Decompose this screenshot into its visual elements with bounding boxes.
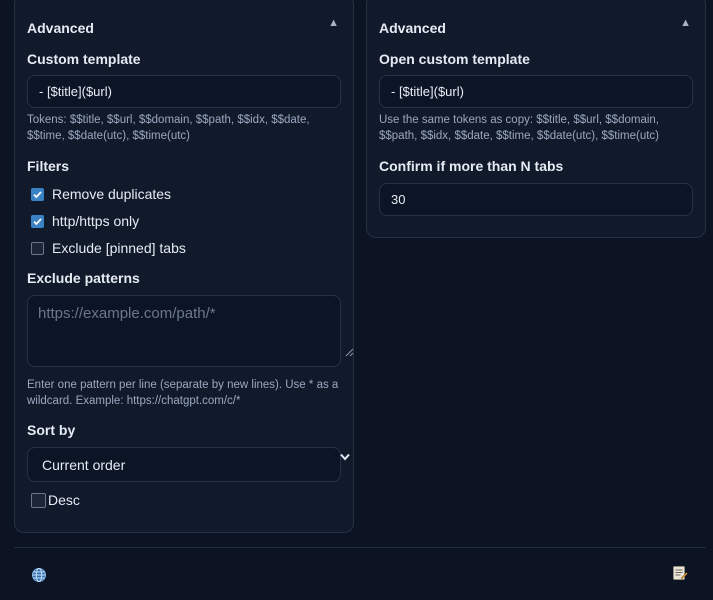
checkbox-checked-icon[interactable]	[31, 214, 44, 228]
collapse-up-icon[interactable]: ▲	[328, 17, 339, 29]
open-custom-template-hint: Use the same tokens as copy: $$title, $$…	[379, 114, 659, 142]
exclude-patterns-label: Exclude patterns	[27, 270, 140, 286]
globe-icon[interactable]	[31, 567, 47, 583]
open-custom-template-input[interactable]	[379, 75, 693, 108]
confirm-tabs-label: Confirm if more than N tabs	[379, 158, 564, 174]
http-only-checkbox[interactable]: http/https only	[31, 213, 139, 229]
desc-checkbox[interactable]: Desc	[31, 492, 80, 508]
sort-by-label: Sort by	[27, 422, 76, 438]
remove-duplicates-checkbox[interactable]: Remove duplicates	[31, 186, 171, 202]
notepad-icon[interactable]	[672, 565, 688, 581]
custom-template-input[interactable]	[27, 75, 341, 108]
filters-label: Filters	[27, 158, 70, 174]
advanced-panel-left: Advanced ▲ Custom template Tokens: $$tit…	[14, 0, 354, 533]
sort-by-select[interactable]: Current order	[27, 447, 341, 482]
confirm-tabs-input[interactable]	[379, 183, 693, 216]
footer-divider	[14, 547, 706, 548]
checkbox-checked-icon[interactable]	[31, 187, 44, 201]
panel-title: Advanced	[379, 20, 446, 36]
exclude-patterns-hint: Enter one pattern per line (separate by …	[27, 379, 339, 407]
custom-template-label: Custom template	[27, 51, 141, 67]
advanced-panel-right: Advanced ▲ Open custom template Use the …	[366, 0, 706, 238]
checkbox-unchecked-icon[interactable]	[31, 492, 46, 508]
desc-label: Desc	[48, 492, 80, 508]
exclude-pinned-checkbox[interactable]: Exclude [pinned] tabs	[31, 240, 186, 256]
panel-title: Advanced	[27, 20, 94, 36]
collapse-up-icon[interactable]: ▲	[680, 17, 691, 29]
exclude-pinned-label: Exclude [pinned] tabs	[52, 240, 186, 256]
checkbox-unchecked-icon[interactable]	[31, 241, 44, 255]
resize-grip-icon[interactable]	[344, 347, 354, 357]
open-custom-template-label: Open custom template	[379, 51, 530, 67]
http-only-label: http/https only	[52, 213, 140, 229]
chevron-down-icon	[340, 453, 350, 461]
exclude-patterns-textarea[interactable]	[27, 295, 341, 367]
remove-duplicates-label: Remove duplicates	[52, 186, 172, 202]
custom-template-hint: Tokens: $$title, $$url, $$domain, $$path…	[27, 114, 310, 142]
